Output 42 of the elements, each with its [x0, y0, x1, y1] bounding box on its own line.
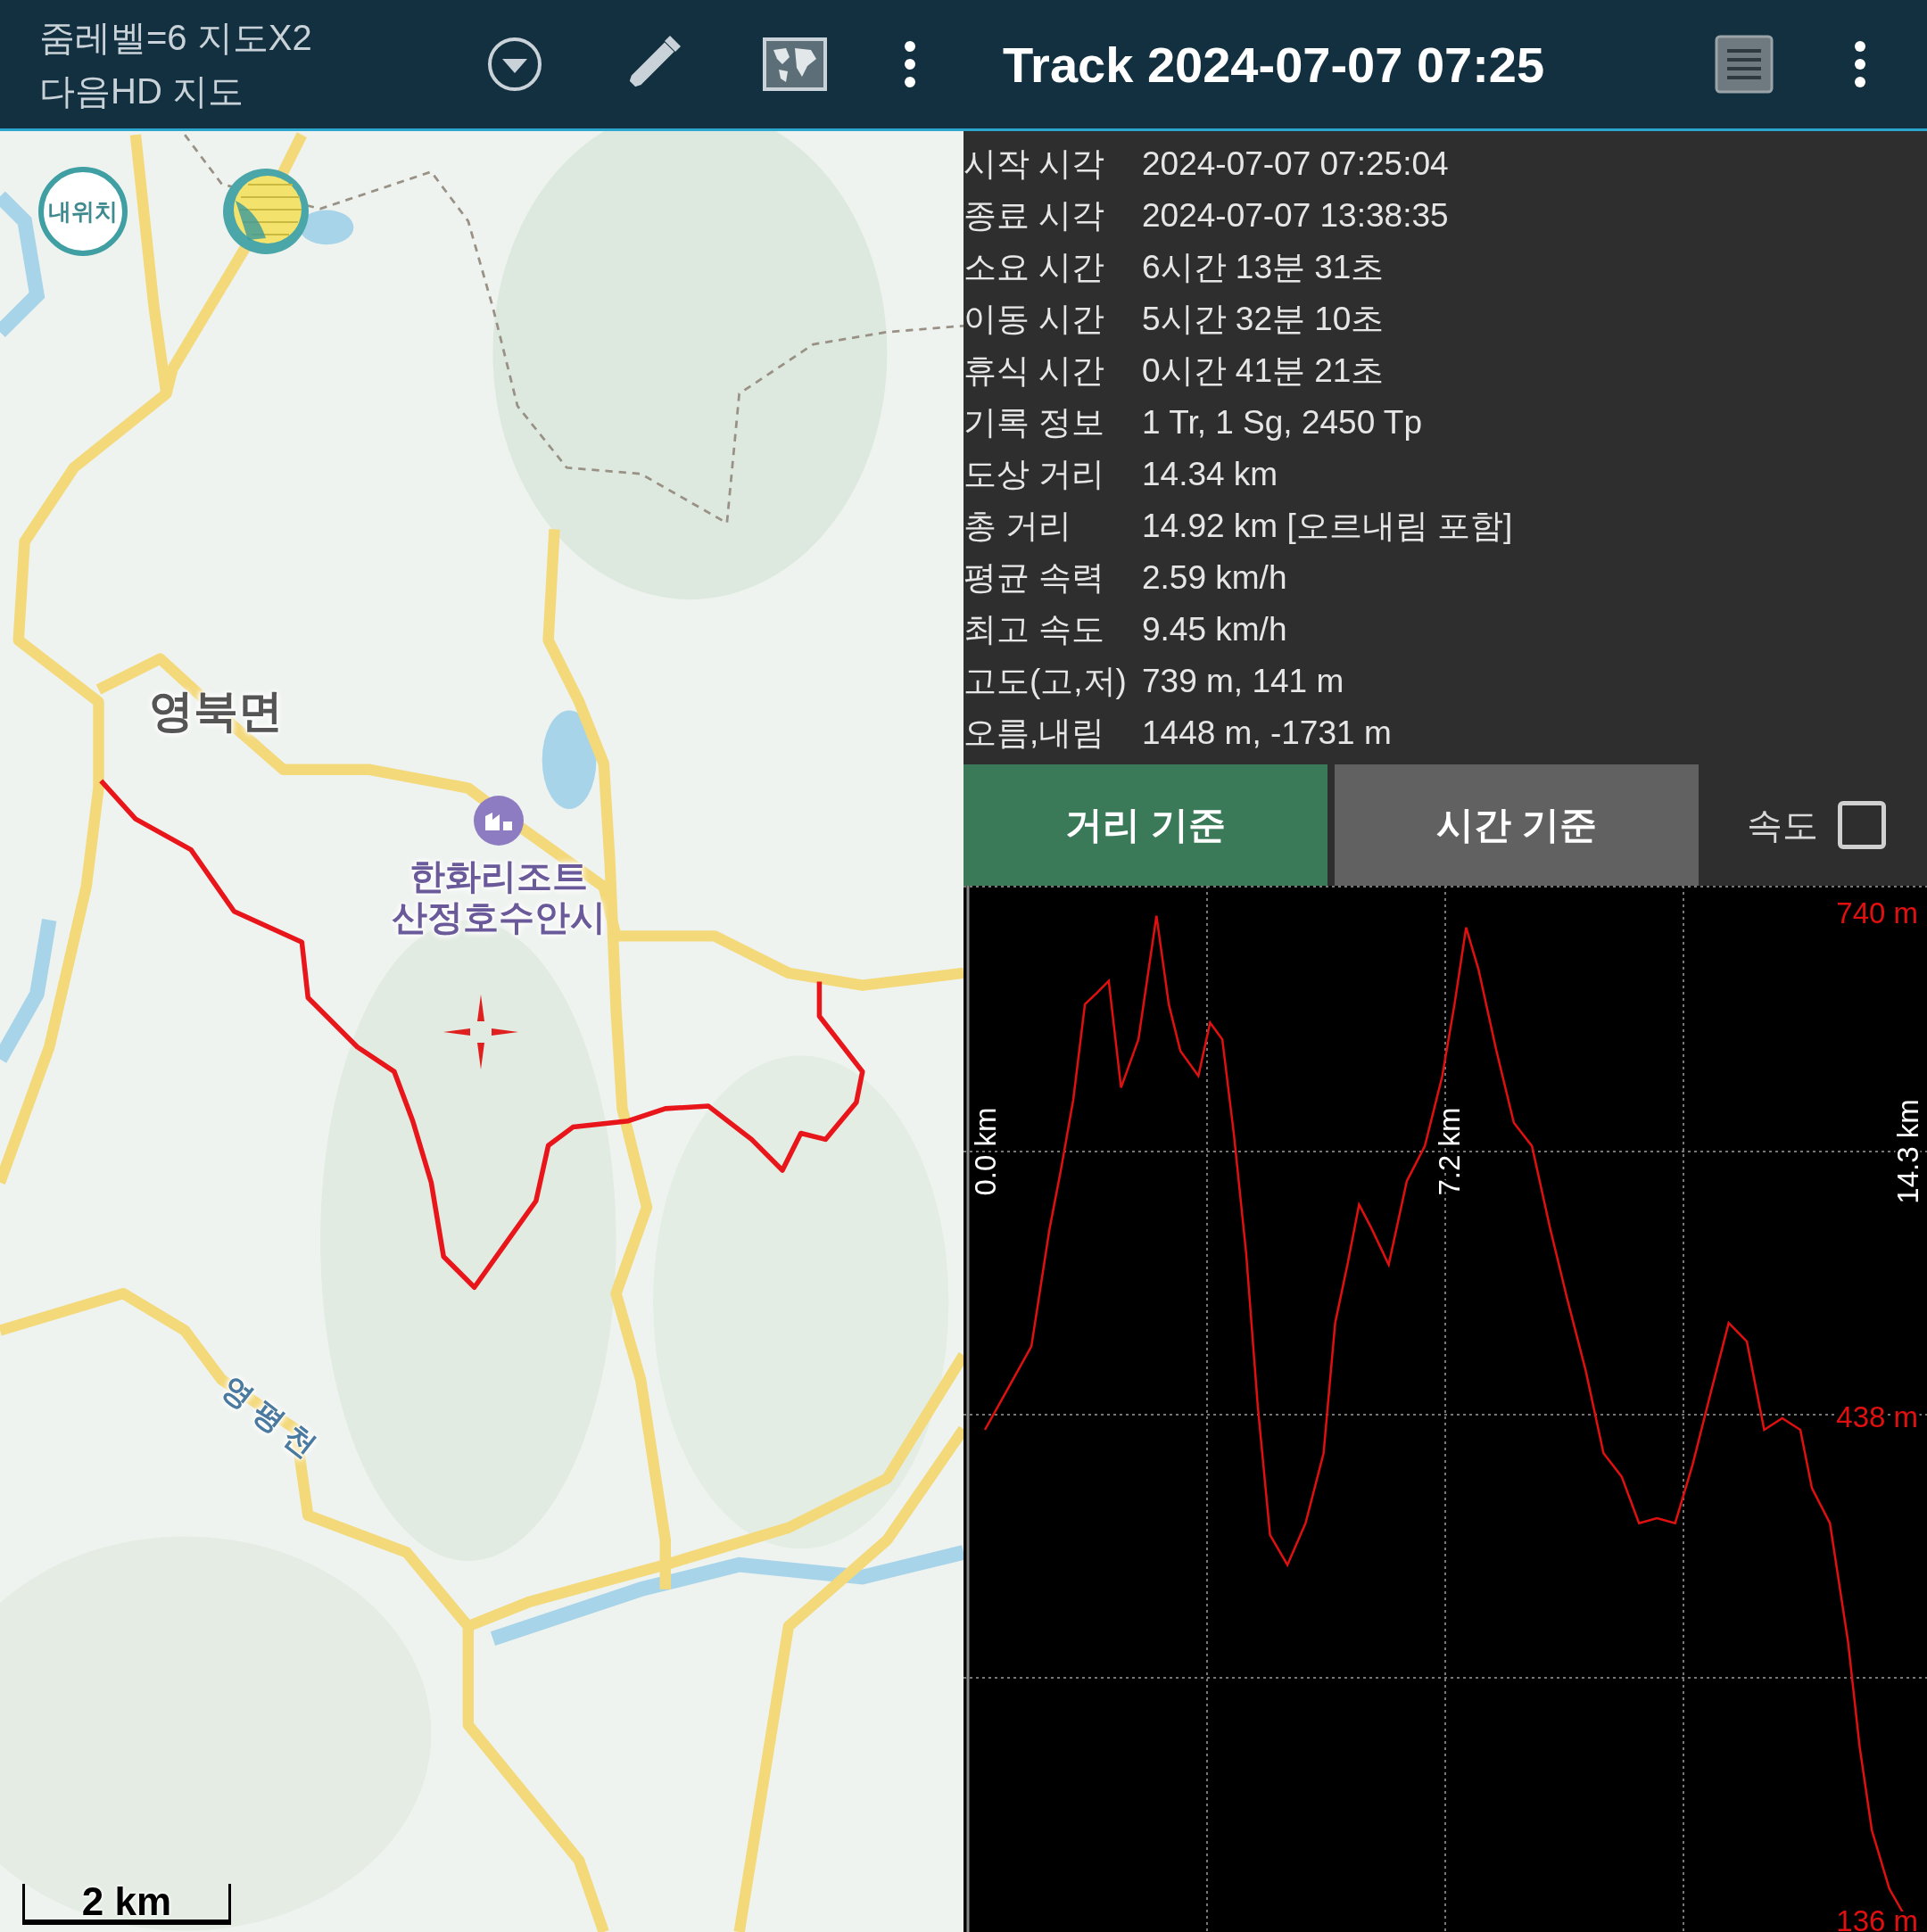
speed-label: 속도: [1747, 804, 1818, 846]
stat-value: 739 m, 141 m: [1142, 663, 1344, 700]
speed-checkbox[interactable]: [1838, 801, 1886, 849]
stat-label: 총 거리: [964, 507, 1073, 546]
layer-icon[interactable]: [221, 167, 310, 256]
stat-value: 5시간 32분 10초: [1142, 300, 1385, 339]
stat-label: 도상 거리: [964, 455, 1106, 494]
stat-label: 이동 시간: [964, 300, 1106, 339]
stat-label: 최고 속도: [964, 610, 1106, 649]
stat-label: 평균 속력: [964, 558, 1106, 598]
stat-label: 휴식 시간: [964, 351, 1106, 391]
scale-bar: 2 km: [22, 1884, 231, 1925]
axis-label: 14.3 km: [1890, 1099, 1924, 1204]
stat-value: 1448 m, -1731 m: [1142, 714, 1392, 752]
stat-value: 2024-07-07 07:25:04: [1142, 145, 1449, 183]
axis-label: 0.0 km: [968, 1107, 1002, 1196]
stat-label: 소요 시간: [964, 248, 1106, 287]
stat-label: 종료 시각: [964, 196, 1106, 235]
mode-tab[interactable]: 시간 기준: [1335, 764, 1699, 886]
stat-value: 2.59 km/h: [1142, 559, 1287, 597]
axis-label: 7.2 km: [1433, 1107, 1467, 1196]
poi-icon: [473, 795, 525, 846]
axis-label: 438 m: [1836, 1399, 1918, 1433]
axis-label: 136 m: [1836, 1903, 1918, 1932]
stat-value: 2024-07-07 13:38:35: [1142, 197, 1449, 235]
stat-value: 1 Tr, 1 Sg, 2450 Tp: [1142, 404, 1423, 442]
map-label: 한화리조트 산정호수안시: [392, 855, 606, 937]
map-info-text: 줌레벨=6 지도X2: [39, 17, 313, 58]
stat-value: 14.92 km [오르내림 포함]: [1142, 507, 1513, 546]
map-info-text: 다음HD 지도: [39, 70, 244, 111]
stat-value: 9.45 km/h: [1142, 611, 1287, 648]
stat-value: 6시간 13분 31초: [1142, 248, 1385, 287]
stat-value: 0시간 41분 21초: [1142, 351, 1385, 391]
axis-label: 740 m: [1836, 896, 1918, 929]
stat-value: 14.34 km: [1142, 456, 1278, 493]
track-title: Track 2024-07-07 07:25: [1003, 35, 1546, 94]
mode-tab[interactable]: 거리 기준: [964, 764, 1327, 886]
stat-label: 시작 시각: [964, 144, 1106, 184]
stat-label: 고도(고,저): [964, 662, 1128, 701]
my-location-button[interactable]: 내위치: [38, 167, 128, 256]
stat-label: 오름,내림: [964, 714, 1106, 753]
stat-label: 기록 정보: [964, 403, 1106, 442]
